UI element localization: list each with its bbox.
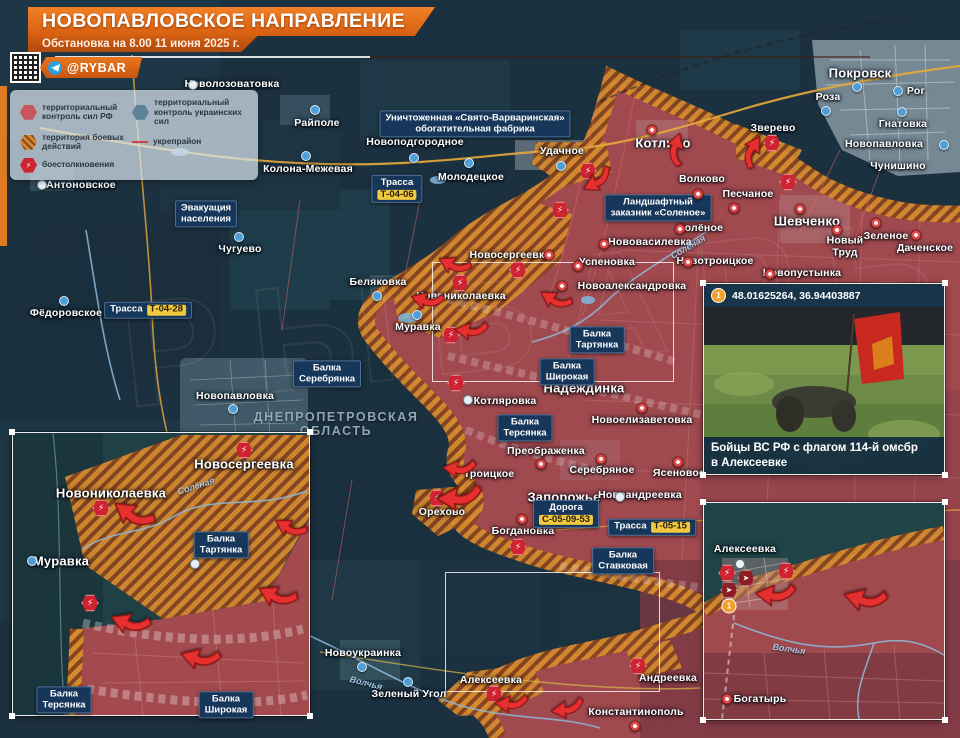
photo-caption: Бойцы ВС РФ с флагом 114-й омсбр в Алекс… <box>704 437 944 474</box>
photo-marker-1: 1 <box>711 288 726 303</box>
header-underline-ext <box>370 56 870 58</box>
channel-badge[interactable]: @RYBAR <box>40 57 142 78</box>
qr-code <box>10 52 41 83</box>
legend-hx-blue-icon <box>132 105 149 120</box>
legend-item: укрепрайон <box>132 133 232 152</box>
legend-hx-clash-ic-icon: ⚡ <box>20 158 37 173</box>
inset-zoom-alekseevka: АлексеевкаБогатырьВолчья⚡➤➤1⚡ <box>703 502 945 720</box>
legend-label: территория боевых действий <box>42 133 132 152</box>
legend-item: территориальный контроль сил РФ <box>20 98 132 127</box>
legend-hx-hatch-icon <box>20 135 37 150</box>
legend-hx-red-icon <box>20 105 37 120</box>
accent-strip <box>0 86 7 246</box>
photo-header: 1 48.01625264, 36.94403887 <box>704 284 944 307</box>
legend-line-red-icon <box>132 141 148 143</box>
map-canvas: РЫБАРЬ НоволозоватовкаРайполеКолона-Меже… <box>0 0 960 738</box>
telegram-icon <box>48 61 62 75</box>
legend-item: территория боевых действий <box>20 133 132 152</box>
page-title: НОВОПАВЛОВСКОЕ НАПРАВЛЕНИЕ <box>28 7 435 36</box>
photo-coordinates: 48.01625264, 36.94403887 <box>732 290 860 302</box>
legend: территориальный контроль сил РФ территори… <box>10 90 258 180</box>
page-subtitle: Обстановка на 8.00 11 июня 2025 г. <box>28 36 258 52</box>
legend-label: территориальный контроль сил РФ <box>42 103 132 122</box>
channel-name: @RYBAR <box>67 61 126 75</box>
inset-right-map <box>704 503 944 719</box>
inset-left-map <box>13 433 309 715</box>
legend-label: укрепрайон <box>153 137 201 147</box>
legend-label: территориальный контроль украинских сил <box>154 98 250 127</box>
legend-item: территориальный контроль украинских сил <box>132 98 250 127</box>
legend-item: ⚡ боестолкновения <box>20 158 240 173</box>
inset-zoom-novonikolaevka: НовосергеевкаНовониколаевкаМуравкаСолёна… <box>12 432 310 716</box>
photo-inset: 1 48.01625264, 36.94403887 Бойцы ВС РФ с… <box>703 283 945 475</box>
legend-label: боестолкновения <box>42 160 114 170</box>
